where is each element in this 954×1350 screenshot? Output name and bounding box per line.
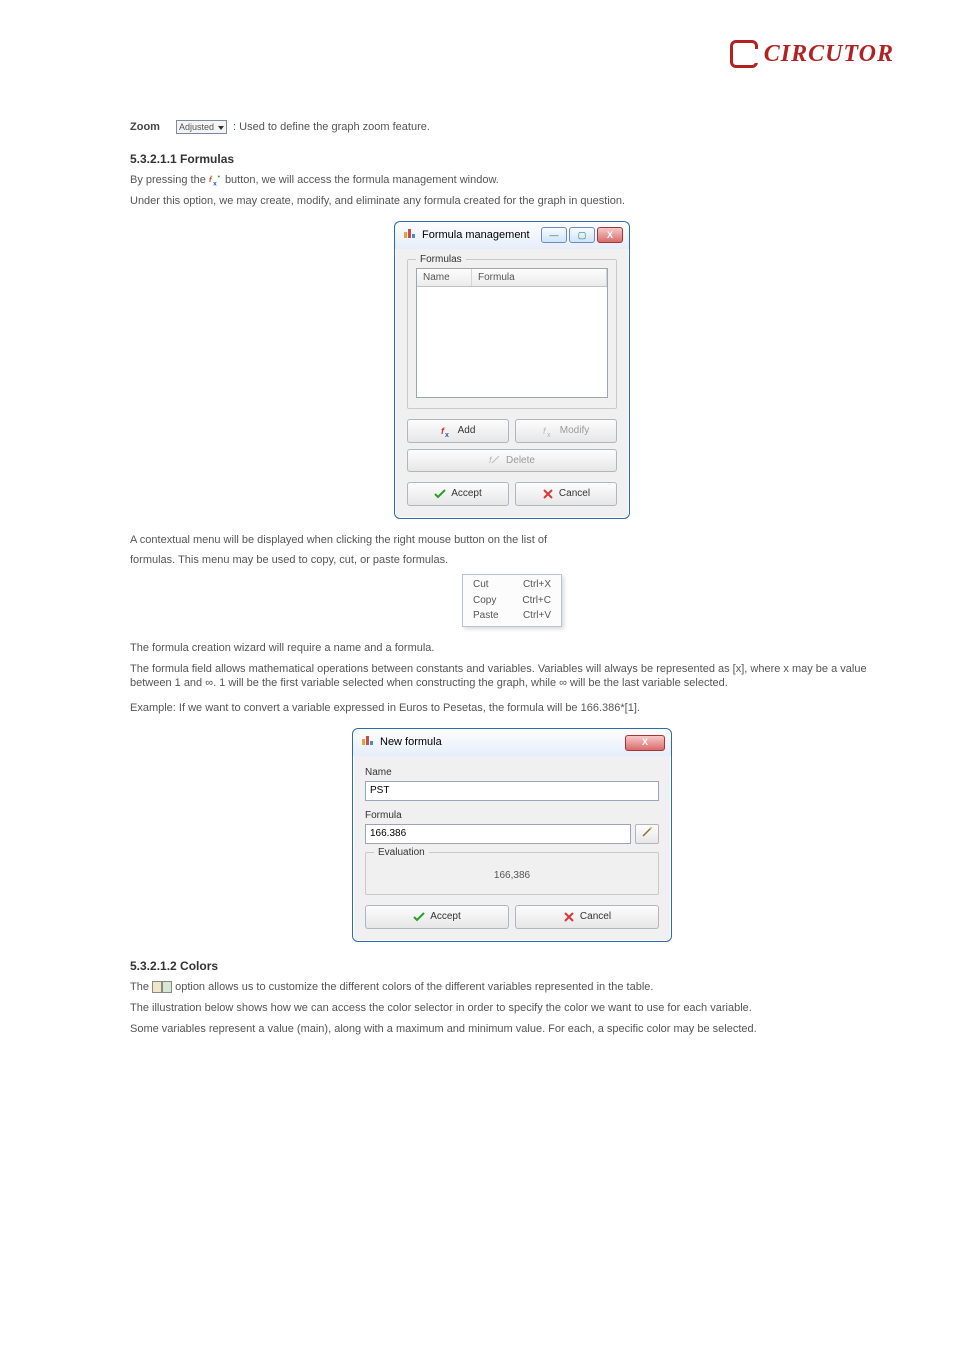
menu-shortcut: Ctrl+X: [523, 578, 551, 592]
minimize-button[interactable]: —: [541, 227, 567, 243]
check-icon: [413, 911, 425, 923]
dialog-titlebar: New formula X: [353, 729, 671, 756]
formulas-sentence: By pressing the fx button, we will acces…: [130, 173, 894, 188]
document-body: Zoom Adjusted : Used to define the graph…: [130, 120, 894, 1037]
name-label: Name: [365, 766, 659, 780]
dialog-title: Formula management: [422, 228, 530, 243]
check-icon: [434, 488, 446, 500]
close-button[interactable]: X: [597, 227, 623, 243]
fx-modify-icon: fx: [543, 425, 555, 437]
new-formula-dialog: New formula X Name PST Formula 166.386 E…: [352, 728, 672, 942]
text: option allows us to customize the differ…: [175, 981, 653, 993]
menu-item-copy[interactable]: Copy Ctrl+C: [463, 593, 561, 609]
menu-label: Cut: [473, 578, 489, 592]
formulas-desc: Under this option, we may create, modify…: [130, 194, 894, 209]
x-icon: [542, 488, 554, 500]
context-note-1: A contextual menu will be displayed when…: [130, 533, 894, 548]
list-body[interactable]: [417, 287, 607, 397]
button-label: Cancel: [580, 910, 611, 924]
column-header-formula[interactable]: Formula: [472, 269, 607, 287]
cancel-button[interactable]: Cancel: [515, 482, 617, 506]
evaluation-value: 166,386: [374, 861, 650, 885]
column-header-name[interactable]: Name: [417, 269, 472, 287]
context-note-2: formulas. This menu may be used to copy,…: [130, 553, 894, 568]
color-palette-icon: [152, 981, 172, 993]
formulas-groupbox: Formulas Name Formula: [407, 259, 617, 410]
menu-item-cut[interactable]: Cut Ctrl+X: [463, 577, 561, 593]
app-icon: [403, 226, 417, 245]
brand-logo: CIRCUTOR: [730, 40, 894, 68]
menu-shortcut: Ctrl+C: [522, 594, 551, 608]
section-heading-formulas: 5.3.2.1.1 Formulas: [130, 151, 894, 167]
delete-button[interactable]: f Delete: [407, 449, 617, 473]
groupbox-title: Evaluation: [374, 846, 429, 860]
button-label: Add: [458, 424, 476, 438]
formula-p3: Example: If we want to convert a variabl…: [130, 701, 894, 716]
groupbox-title: Formulas: [416, 253, 466, 267]
button-label: Delete: [506, 454, 535, 468]
fx-delete-icon: f: [489, 454, 501, 466]
evaluation-groupbox: Evaluation 166,386: [365, 852, 659, 896]
colors-p1: The option allows us to customize the di…: [130, 980, 894, 995]
x-icon: [563, 911, 575, 923]
zoom-label: Zoom: [130, 120, 170, 135]
modify-button[interactable]: fx Modify: [515, 419, 617, 443]
text: The: [130, 981, 152, 993]
formula-p1: The formula creation wizard will require…: [130, 641, 894, 656]
svg-text:x: x: [547, 432, 551, 437]
colors-p3: Some variables represent a value (main),…: [130, 1022, 894, 1037]
cancel-button[interactable]: Cancel: [515, 905, 659, 929]
formula-label: Formula: [365, 809, 659, 823]
svg-text:x: x: [445, 432, 449, 437]
context-menu: Cut Ctrl+X Copy Ctrl+C Paste Ctrl+V: [462, 574, 562, 627]
zoom-desc: : Used to define the graph zoom feature.: [233, 120, 430, 135]
dialog-titlebar: Formula management — ▢ X: [395, 222, 629, 249]
wand-icon: [641, 826, 653, 843]
button-label: Modify: [560, 424, 589, 438]
formulas-listview[interactable]: Name Formula: [416, 268, 608, 399]
fx-icon: fx: [209, 174, 222, 187]
text: By pressing the: [130, 174, 209, 186]
name-input[interactable]: PST: [365, 781, 659, 801]
accept-button[interactable]: Accept: [365, 905, 509, 929]
chevron-down-icon: [218, 126, 224, 130]
section-heading-colors: 5.3.2.1.2 Colors: [130, 958, 894, 974]
svg-text:x: x: [213, 180, 217, 187]
maximize-button[interactable]: ▢: [569, 227, 595, 243]
zoom-dropdown-value: Adjusted: [179, 122, 214, 132]
colors-p2: The illustration below shows how we can …: [130, 1001, 894, 1016]
brand-mark-icon: [730, 40, 758, 68]
zoom-row: Zoom Adjusted : Used to define the graph…: [130, 120, 894, 135]
menu-shortcut: Ctrl+V: [523, 609, 551, 623]
add-button[interactable]: fx Add: [407, 419, 509, 443]
dialog-title: New formula: [380, 735, 442, 750]
button-label: Accept: [451, 487, 482, 501]
button-label: Cancel: [559, 487, 590, 501]
accept-button[interactable]: Accept: [407, 482, 509, 506]
svg-text:f: f: [489, 455, 493, 465]
button-label: Accept: [430, 910, 461, 924]
menu-label: Copy: [473, 594, 496, 608]
close-button[interactable]: X: [625, 735, 665, 751]
fx-add-icon: fx: [441, 425, 453, 437]
brand-name: CIRCUTOR: [764, 41, 894, 68]
formula-input[interactable]: 166.386: [365, 824, 631, 844]
zoom-dropdown[interactable]: Adjusted: [176, 120, 227, 134]
formula-wizard-button[interactable]: [635, 824, 659, 844]
menu-item-paste[interactable]: Paste Ctrl+V: [463, 608, 561, 624]
formula-management-dialog: Formula management — ▢ X Formulas Name F…: [394, 221, 630, 519]
text: button, we will access the formula manag…: [225, 174, 499, 186]
menu-label: Paste: [473, 609, 499, 623]
app-icon: [361, 733, 375, 752]
formula-p2: The formula field allows mathematical op…: [130, 662, 894, 692]
